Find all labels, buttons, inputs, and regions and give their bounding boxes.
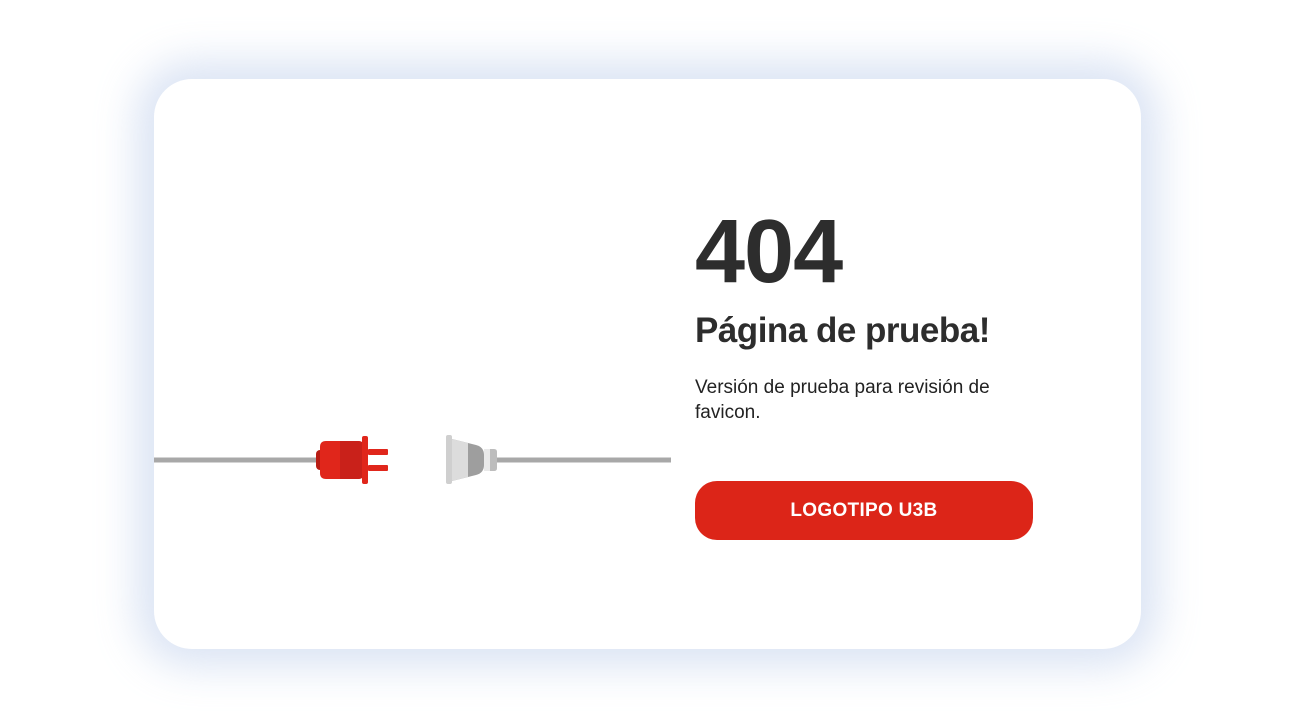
socket-icon — [446, 435, 497, 484]
error-description: Versión de prueba para revisión de favic… — [695, 377, 990, 423]
page-title: Página de prueba! — [695, 311, 990, 350]
unplugged-illustration — [154, 435, 671, 484]
error-card: 404 Página de prueba! Versión de prueba … — [154, 79, 1141, 649]
error-code: 404 — [695, 202, 843, 302]
page: 404 Página de prueba! Versión de prueba … — [0, 0, 1295, 728]
plug-icon — [316, 436, 388, 484]
logo-button[interactable]: LOGOTIPO U3B — [695, 481, 1033, 540]
error-content: 404 Página de prueba! Versión de prueba … — [695, 207, 1115, 540]
